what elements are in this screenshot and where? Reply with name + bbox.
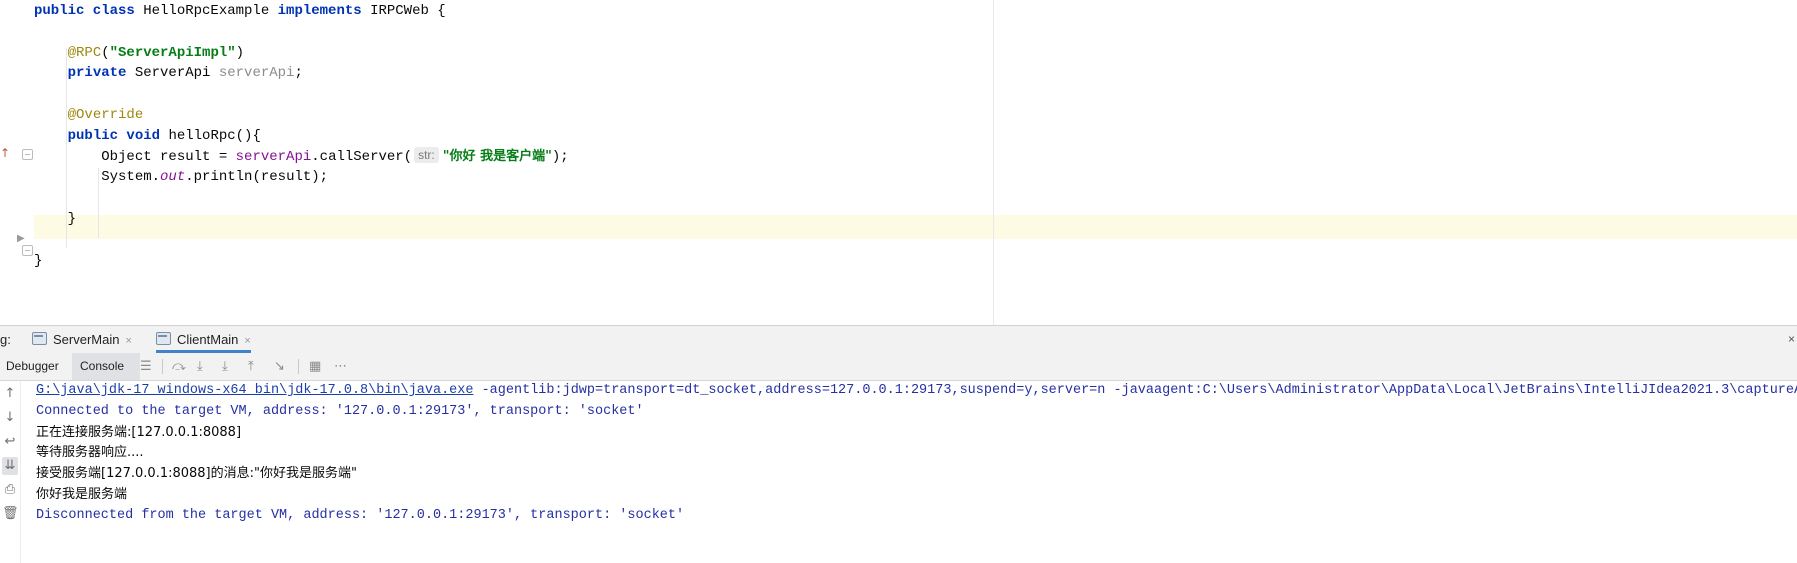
toolbar-separator (298, 359, 299, 374)
force-step-into-icon[interactable]: ⤓ (222, 353, 228, 380)
evaluate-icon[interactable]: ▦ (309, 353, 321, 380)
code-token: private (67, 65, 135, 82)
step-over-icon[interactable]: ⤼ (172, 353, 186, 380)
console-output[interactable]: G:\java\jdk-17_windows-x64_bin\jdk-17.0.… (36, 381, 1797, 563)
print-icon[interactable]: ⎙ (2, 481, 18, 499)
code-token: ; (294, 65, 303, 82)
code-token: ServerApi (134, 65, 219, 82)
code-token: } (34, 252, 43, 269)
step-into-icon[interactable]: ⤓ (197, 353, 203, 380)
tab-label: Console (80, 359, 125, 373)
trash-icon[interactable]: 🗑 (2, 505, 19, 523)
code-token: ); (551, 148, 569, 165)
console-line: Disconnected from the target VM, address… (36, 504, 684, 528)
tool-window-title: g: (0, 332, 11, 347)
code-token: -agentlib:jdwp=transport=dt_socket,addre… (473, 383, 1797, 398)
code-editor[interactable]: ↑ − ▶ − public class HelloRpcExample imp… (0, 0, 1797, 325)
code-token: 等待服务器响应.... (36, 445, 144, 461)
tab-servermain[interactable]: ServerMain × (32, 326, 132, 353)
code-token: 你好我是服务端 (36, 487, 128, 502)
tab-label: ClientMain (177, 332, 239, 347)
tab-console[interactable]: Console (72, 353, 140, 380)
code-token: public void (67, 127, 169, 144)
run-to-cursor-icon[interactable]: ↘ (274, 353, 285, 380)
code-token: .println(result); (185, 169, 329, 186)
current-line-highlight (0, 215, 1797, 239)
code-token: IRPCWeb { (370, 3, 446, 19)
execution-point-icon: ▶ (17, 233, 25, 244)
code-token: "你好 我是客户端" (442, 148, 552, 164)
tab-debugger[interactable]: Debugger (0, 353, 70, 380)
code-token: serverApi (218, 65, 295, 82)
soft-wrap-icon[interactable]: ↩ (2, 433, 18, 451)
code-token: @RPC (67, 44, 102, 61)
up-arrow-icon[interactable]: ↑ (2, 385, 18, 403)
code-token: "ServerApiImpl" (109, 44, 236, 61)
tab-label: ServerMain (53, 332, 120, 347)
code-line: private ServerApi serverApi; (34, 61, 303, 85)
trace-icon[interactable]: ⋯ (334, 353, 347, 380)
list-icon[interactable]: ☰ (140, 353, 152, 380)
code-token: .callServer( (311, 148, 413, 165)
code-token: @Override (67, 107, 144, 123)
code-token: 正在连接服务端:[127.0.0.1:8088] (36, 424, 242, 440)
run-config-icon (156, 332, 171, 345)
code-token: implements (277, 3, 371, 19)
code-line: System.out.println(result); (34, 165, 328, 189)
fold-method-icon[interactable]: − (22, 149, 33, 160)
run-config-icon (32, 332, 47, 345)
code-token: ) (235, 44, 245, 61)
code-token: G:\java\jdk-17_windows-x64_bin\jdk-17.0.… (36, 383, 474, 398)
code-token: Disconnected from the target VM, address… (36, 507, 685, 523)
close-icon[interactable]: × (244, 335, 250, 347)
editor-gutter[interactable]: ↑ − ▶ − (0, 0, 34, 325)
debug-toolbar: Debugger Console ☰ ⤼ ⤓ ⤓ ⤒ ↘ ▦ ⋯ (0, 353, 1797, 381)
tab-label: Debugger (6, 359, 59, 373)
parameter-hint: str: (414, 146, 439, 163)
code-token: HelloRpcExample (143, 3, 278, 19)
console-side-toolbar: ↑ ↓ ↩ ⇊ ⎙ 🗑 (0, 381, 21, 563)
code-token: Connected to the target VM, address: '12… (36, 403, 644, 419)
code-line: } (34, 249, 42, 273)
code-token: 接受服务端[127.0.0.1:8088]的消息:"你好我是服务端" (36, 466, 357, 482)
override-marker-icon[interactable]: ↑ (0, 146, 10, 160)
code-token: System. (34, 169, 161, 186)
code-token: out (160, 169, 186, 186)
code-token: ( (101, 44, 110, 61)
code-token: serverApi (235, 148, 312, 165)
code-token: public class (34, 3, 144, 19)
code-line: public class HelloRpcExample implements … (34, 0, 446, 23)
fold-end-icon[interactable]: − (22, 245, 33, 256)
scroll-to-end-icon[interactable]: ⇊ (2, 457, 18, 475)
tab-clientmain[interactable]: ClientMain × (156, 326, 251, 353)
right-margin-guide (993, 0, 994, 325)
code-token: Object result = (34, 148, 236, 165)
step-out-icon[interactable]: ⤒ (248, 353, 254, 380)
close-icon[interactable]: × (125, 335, 131, 347)
toolbar-separator (162, 359, 163, 374)
code-line: } (34, 207, 76, 231)
close-icon[interactable]: × (1788, 326, 1795, 353)
down-arrow-icon[interactable]: ↓ (2, 409, 18, 427)
run-tabs-bar: g: ServerMain × ClientMain × × (0, 325, 1797, 354)
code-token: } (34, 211, 77, 227)
code-token: helloRpc(){ (168, 127, 261, 144)
